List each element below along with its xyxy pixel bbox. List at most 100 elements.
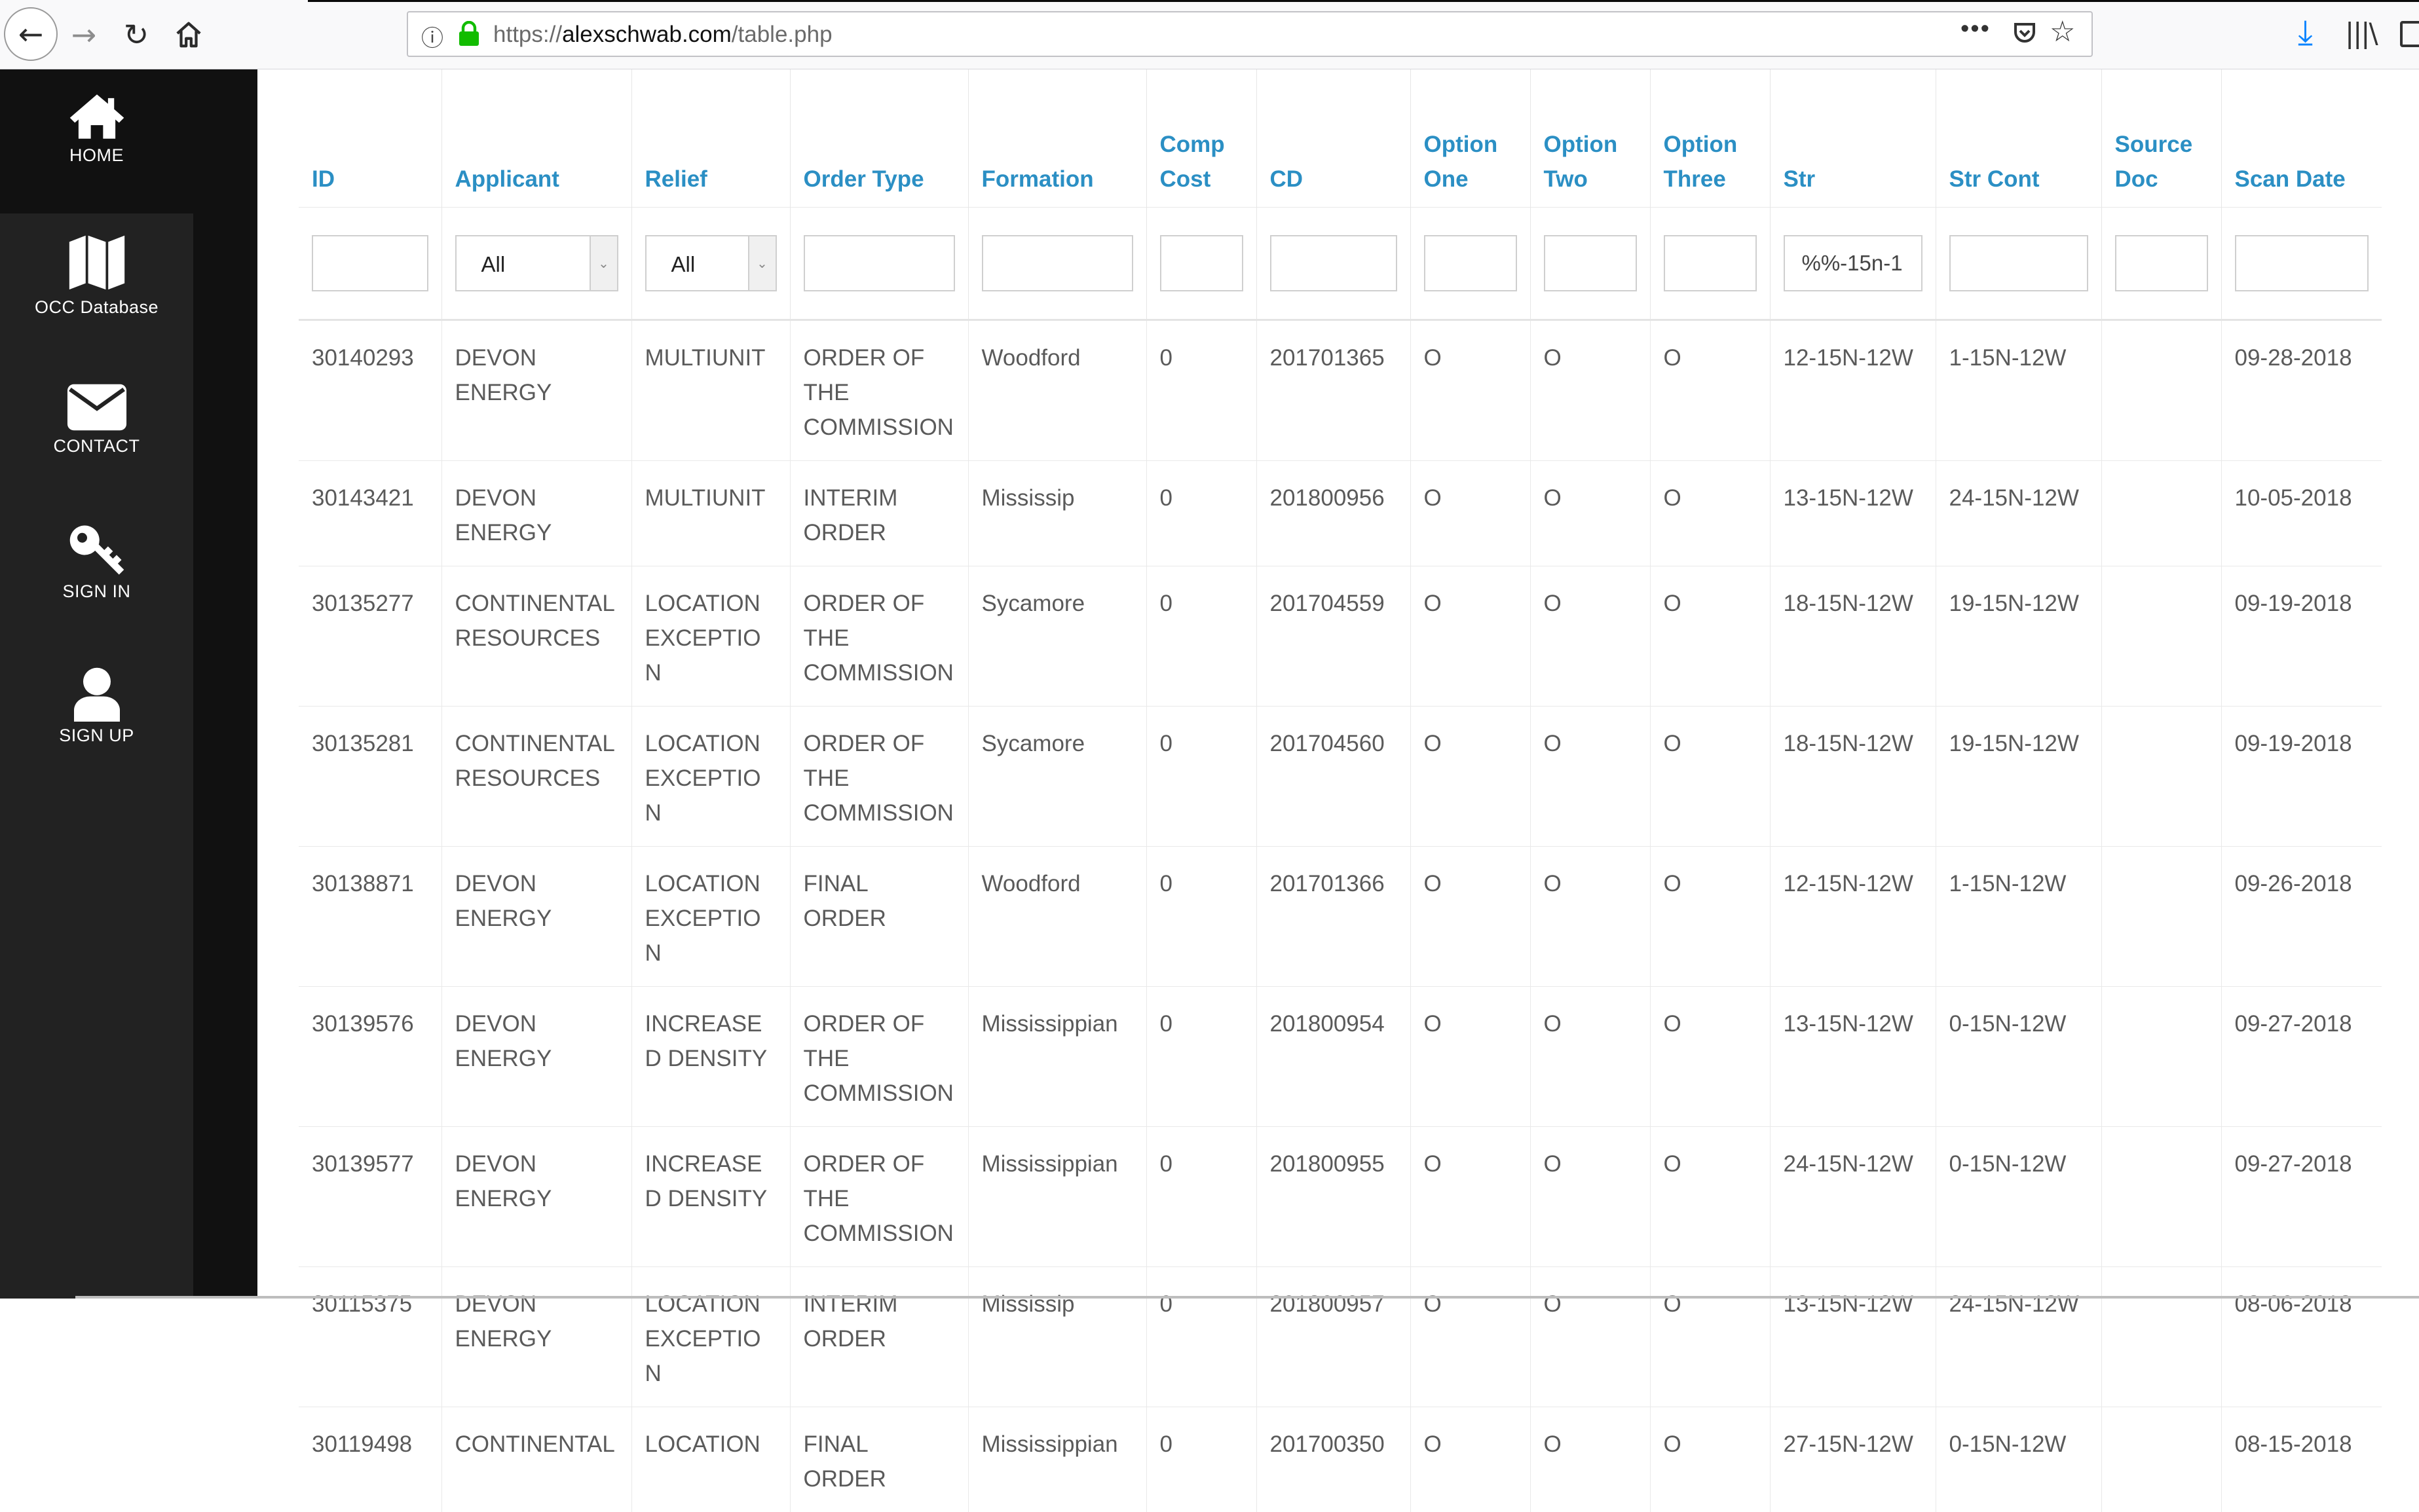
cell-comp-cost: 0 [1146,705,1257,846]
pocket-icon[interactable] [2012,20,2038,46]
nav-sign-up[interactable]: SIGN UP [0,667,193,746]
column-header-cd[interactable]: CD [1256,69,1411,207]
user-icon [73,667,120,722]
home-button[interactable] [164,10,214,60]
back-button[interactable]: ← [4,7,58,61]
cell-option-one: O [1410,986,1531,1126]
column-header-formation[interactable]: Formation [968,69,1147,207]
column-header-relief[interactable]: Relief [631,69,791,207]
cell-applicant: CONTINENTAL RESOURCES [441,705,632,846]
nav-contact[interactable]: CONTACT [0,382,193,456]
comp-cost-filter-input[interactable] [1159,234,1243,291]
cell-applicant: DEVON ENERGY [441,1266,632,1407]
filter-cell-str-cont [1936,206,2102,321]
nav-home[interactable]: HOME [0,92,193,166]
applicant-filter-select[interactable]: All ⌄ [455,234,618,291]
cell-formation: Mississippian [968,1406,1147,1512]
cell-cd: 201800955 [1256,1126,1411,1266]
column-header-option-two[interactable]: Option Two [1530,69,1651,207]
option-three-filter-input[interactable] [1663,234,1757,291]
column-header-source-doc[interactable]: Source Doc [2101,69,2222,207]
table-row[interactable]: 30135281 CONTINENTAL RESOURCES LOCATION EX… [299,705,2382,846]
cd-filter-input[interactable] [1269,234,1397,291]
table-row[interactable]: 30139576 DEVON ENERGY INCREASED DENSITY ORD… [299,986,2382,1126]
table-row[interactable]: 30138871 DEVON ENERGY LOCATION EXCEPTION FI… [299,845,2382,986]
cell-str: 24-15N-12W [1770,1126,1936,1266]
cell-source-doc [2101,460,2222,566]
scan-date-filter-input[interactable] [2234,234,2369,291]
chevron-down-icon: ⌄ [589,236,617,290]
relief-filter-select[interactable]: All ⌄ [645,234,777,291]
order-type-filter-input[interactable] [803,234,955,291]
cell-comp-cost: 0 [1146,986,1257,1126]
cell-scan-date: 09-19-2018 [2221,705,2382,846]
cell-id: 30139576 [299,986,442,1126]
cell-scan-date: 08-15-2018 [2221,1406,2382,1512]
forward-button[interactable]: → [59,10,109,60]
column-header-str[interactable]: Str [1770,69,1936,207]
cell-formation: Mississippian [968,986,1147,1126]
cell-option-one: O [1410,1126,1531,1266]
cell-str-cont: 19-15N-12W [1936,705,2102,846]
cell-str-cont: 24-15N-12W [1936,460,2102,566]
table-row[interactable]: 30135277 CONTINENTAL RESOURCES LOCATION EX… [299,565,2382,706]
cell-option-two: O [1530,319,1651,460]
cell-cd: 201800954 [1256,986,1411,1126]
option-one-filter-input[interactable] [1423,234,1517,291]
filter-cell-option-one [1410,206,1531,321]
table-row[interactable]: 30143421 DEVON ENERGY MULTIUNIT INTERIM ORD… [299,460,2382,566]
nav-sign-in[interactable]: SIGN IN [0,523,193,602]
cell-scan-date: 09-27-2018 [2221,1126,2382,1266]
option-two-filter-input[interactable] [1543,234,1637,291]
cell-scan-date: 09-19-2018 [2221,565,2382,706]
cell-applicant: CONTINENTAL [441,1406,632,1512]
id-filter-input[interactable] [312,234,428,291]
nav-occ-database[interactable]: OCC Database [0,230,193,318]
cell-option-two: O [1530,845,1651,986]
table-row[interactable]: 30139577 DEVON ENERGY INCREASED DENSITY ORD… [299,1126,2382,1266]
cell-option-three: O [1650,1126,1771,1266]
cell-source-doc [2101,1266,2222,1407]
cell-scan-date: 09-27-2018 [2221,986,2382,1126]
bookmark-star-icon[interactable]: ☆ [2050,15,2075,48]
arrow-left-icon: ← [18,16,44,52]
cell-applicant: DEVON ENERGY [441,845,632,986]
column-header-comp-cost[interactable]: Comp Cost [1146,69,1257,207]
page-actions-more-icon[interactable]: ••• [1960,15,1991,43]
cell-comp-cost: 0 [1146,565,1257,706]
cell-comp-cost: 0 [1146,1266,1257,1407]
filter-cell-applicant: All ⌄ [441,206,632,321]
sidebar-toggle-icon[interactable] [2400,21,2419,47]
cell-comp-cost: 0 [1146,319,1257,460]
cell-order-type: ORDER OF THE COMMISSION [790,705,969,846]
url-text[interactable]: https://alexschwab.com/table.php [493,22,833,48]
column-header-scan-date[interactable]: Scan Date [2221,69,2382,207]
cell-id: 30143421 [299,460,442,566]
str-filter-input[interactable] [1783,234,1922,291]
info-icon[interactable]: ⓘ [421,20,447,52]
source-doc-filter-input[interactable] [2114,234,2208,291]
cell-id: 30115375 [299,1266,442,1407]
cell-option-one: O [1410,319,1531,460]
cell-str: 13-15N-12W [1770,460,1936,566]
cell-str-cont: 0-15N-12W [1936,1126,2102,1266]
formation-filter-input[interactable] [981,234,1133,291]
lock-icon[interactable] [458,21,480,47]
cell-relief: INCREASED DENSITY [631,986,791,1126]
table-row[interactable]: 30140293 DEVON ENERGY MULTIUNIT ORDER OF TH… [299,319,2382,460]
column-header-order-type[interactable]: Order Type [790,69,969,207]
column-header-option-three[interactable]: Option Three [1650,69,1771,207]
address-bar[interactable]: ⓘ https://alexschwab.com/table.php ••• ☆ [407,11,2093,57]
library-icon[interactable]: |||\ [2345,17,2378,49]
column-header-applicant[interactable]: Applicant [441,69,632,207]
table-row[interactable]: 30115375 DEVON ENERGY LOCATION EXCEPTION IN… [299,1266,2382,1407]
cell-source-doc [2101,986,2222,1126]
cell-option-three: O [1650,1406,1771,1512]
column-header-id[interactable]: ID [299,69,442,207]
column-header-str-cont[interactable]: Str Cont [1936,69,2102,207]
table-row[interactable]: 30119498 CONTINENTAL LOCATION FINAL ORDER Mi… [299,1406,2382,1512]
str-cont-filter-input[interactable] [1949,234,2088,291]
column-header-option-one[interactable]: Option One [1410,69,1531,207]
download-icon[interactable]: ⤓ [2298,13,2313,53]
reload-button[interactable]: ↻ [111,10,161,60]
